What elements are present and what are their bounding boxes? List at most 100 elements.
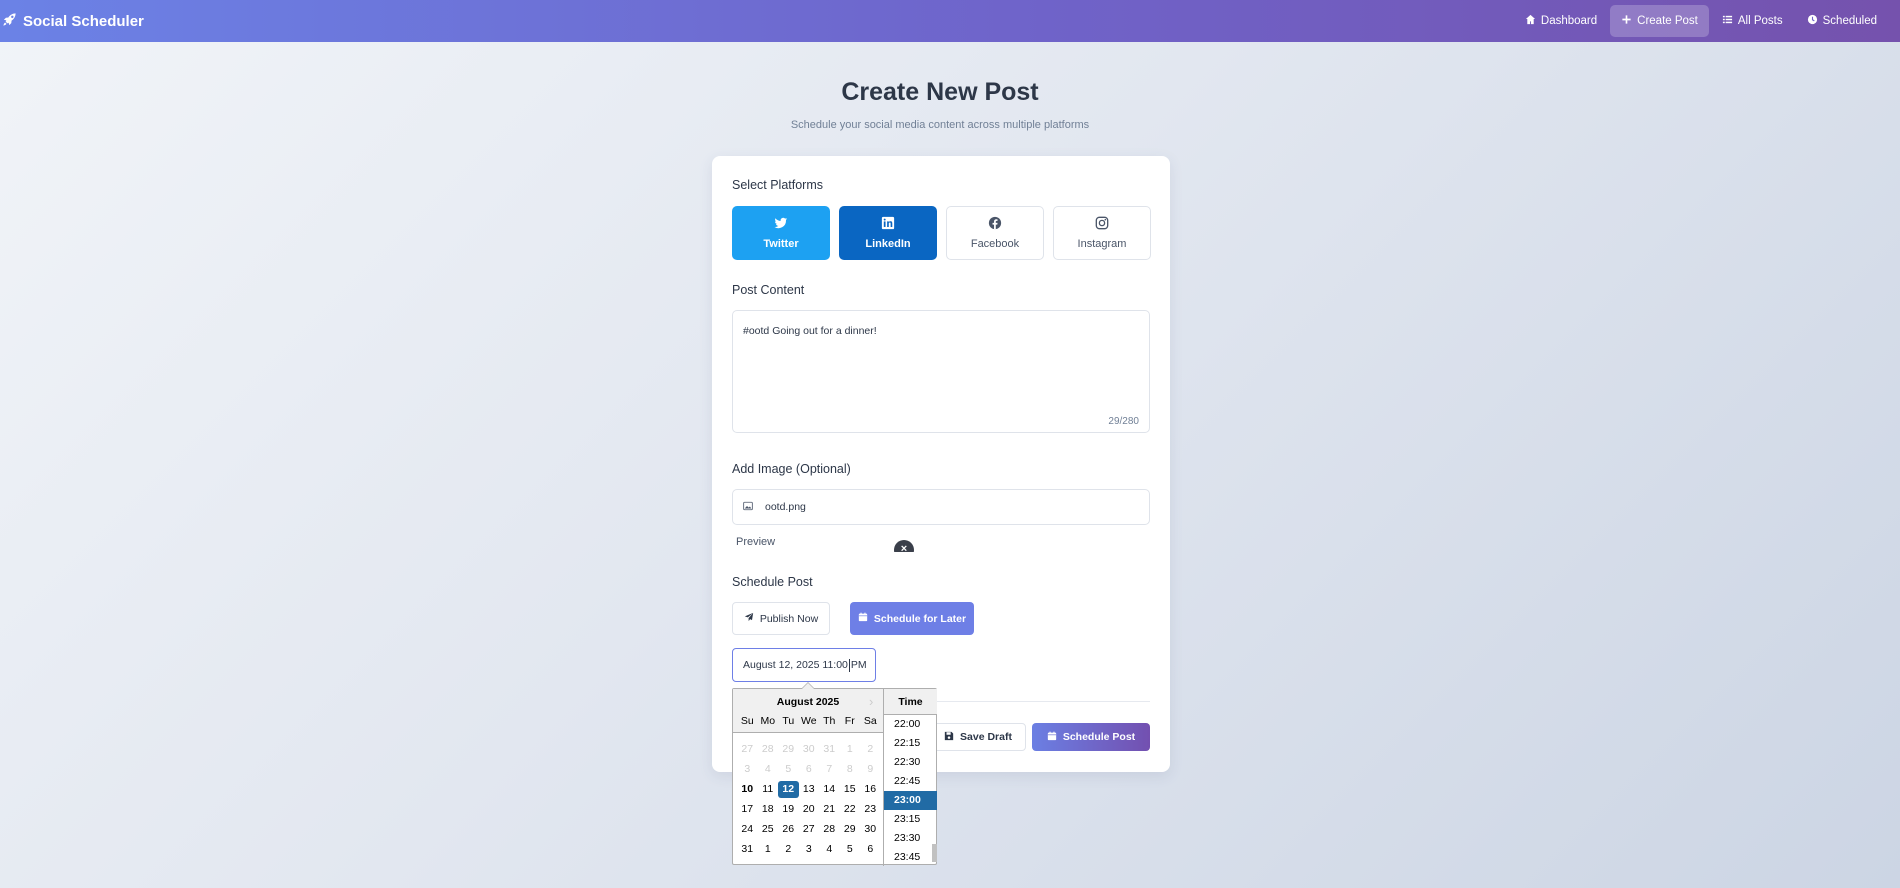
calendar-day[interactable]: 31 (737, 841, 758, 858)
calendar-day[interactable]: 17 (737, 801, 758, 818)
preview-alt-text: Preview (736, 536, 776, 548)
nav-scheduled[interactable]: Scheduled (1796, 5, 1888, 37)
calendar-day[interactable]: 4 (758, 761, 779, 778)
datepicker-days: 27 28 29 30 31 1 2 3 4 5 6 7 8 9 10 11 12 13 14 15 16 17 18 19 2… (737, 739, 881, 859)
schedule-for-later-button[interactable]: Schedule for Later (850, 602, 974, 635)
calendar-day[interactable]: 26 (778, 821, 799, 838)
nav-create-post[interactable]: Create Post (1610, 5, 1709, 37)
weekday-label: Su (740, 715, 754, 727)
time-option[interactable]: 23:30 (884, 829, 937, 848)
calendar-day[interactable]: 28 (758, 741, 779, 758)
time-option[interactable]: 22:15 (884, 734, 937, 753)
time-option[interactable]: 22:30 (884, 753, 937, 772)
top-navbar: Social Scheduler Dashboard Create Post A… (0, 0, 1900, 42)
calendar-day[interactable]: 20 (799, 801, 820, 818)
calendar-day[interactable]: 29 (778, 741, 799, 758)
datepicker-header: August 2025 › Su Mo Tu We Th Fr Sa (733, 689, 883, 733)
nav-all-posts[interactable]: All Posts (1711, 5, 1794, 37)
calendar-day[interactable]: 3 (799, 841, 820, 858)
calendar-day[interactable]: 8 (840, 761, 861, 778)
calendar-day-selected[interactable]: 12 (778, 780, 799, 798)
calendar-day[interactable]: 3 (737, 761, 758, 778)
schedule-post-button[interactable]: Schedule Post (1032, 723, 1150, 751)
calendar-day[interactable]: 4 (819, 841, 840, 858)
time-list-scrollbar[interactable] (932, 844, 937, 862)
next-month-icon[interactable]: › (869, 694, 873, 709)
platform-instagram-label: Instagram (1077, 238, 1127, 250)
calendar-day[interactable]: 1 (840, 741, 861, 758)
weekday-label: We (800, 715, 817, 727)
page-subtitle: Schedule your social media content acros… (790, 119, 1090, 131)
image-preview: Preview (732, 536, 775, 548)
remove-image-button[interactable]: × (894, 540, 914, 552)
platform-instagram-button[interactable]: Instagram (1053, 206, 1151, 260)
calendar-day[interactable]: 30 (799, 741, 820, 758)
platform-facebook-button[interactable]: Facebook (946, 206, 1044, 260)
calendar-day[interactable]: 22 (840, 801, 861, 818)
twitter-icon (774, 216, 788, 233)
weekday-label: Fr (844, 715, 855, 727)
calendar-day[interactable]: 16 (860, 781, 881, 798)
calendar-day[interactable]: 29 (840, 821, 861, 838)
datetime-value-part1: August 12, 2025 11:00 (743, 659, 848, 671)
nav-dashboard[interactable]: Dashboard (1514, 5, 1608, 37)
time-header: Time (884, 689, 937, 715)
platform-facebook-label: Facebook (970, 238, 1020, 250)
save-draft-button[interactable]: Save Draft (930, 723, 1026, 751)
calendar-day[interactable]: 28 (819, 821, 840, 838)
calendar-day[interactable]: 5 (840, 841, 861, 858)
calendar-day[interactable]: 23 (860, 801, 881, 818)
calendar-week: 17 18 19 20 21 22 23 (737, 799, 881, 819)
time-list[interactable]: 22:00 22:15 22:30 22:45 23:00 23:15 23:30 23:45 (884, 715, 937, 865)
calendar-day[interactable]: 15 (840, 781, 861, 798)
platform-twitter-button[interactable]: Twitter (732, 206, 830, 260)
calendar-day[interactable]: 24 (737, 821, 758, 838)
image-file-input[interactable]: ootd.png (732, 489, 1150, 525)
image-file-name: ootd.png (765, 501, 806, 513)
calendar-day[interactable]: 21 (819, 801, 840, 818)
calendar-week: 3456789 (737, 759, 881, 779)
calendar-day[interactable]: 6 (799, 761, 820, 778)
calendar-day[interactable]: 27 (737, 741, 758, 758)
home-icon (1525, 14, 1536, 28)
nav-create-post-label: Create Post (1637, 15, 1698, 27)
calendar-day[interactable]: 30 (860, 821, 881, 838)
time-option[interactable]: 23:45 (884, 848, 937, 865)
calendar-day[interactable]: 13 (799, 781, 820, 798)
calendar-day[interactable]: 14 (819, 781, 840, 798)
time-option[interactable]: 22:00 (884, 715, 937, 734)
weekday-label: Th (823, 715, 836, 727)
post-content-textarea[interactable]: #ootd Going out for a dinner! 29/280 (732, 310, 1150, 433)
schedule-datetime-input[interactable]: August 12, 2025 11:00 PM (732, 648, 876, 682)
calendar-day[interactable]: 27 (799, 821, 820, 838)
publish-now-button[interactable]: Publish Now (732, 602, 830, 635)
calendar-day[interactable]: 5 (778, 761, 799, 778)
brand-name: Social Scheduler (23, 12, 144, 30)
calendar-day[interactable]: 7 (819, 761, 840, 778)
calendar-day[interactable]: 2 (778, 841, 799, 858)
platform-linkedin-button[interactable]: LinkedIn (839, 206, 937, 260)
nav-scheduled-label: Scheduled (1822, 15, 1877, 27)
time-option[interactable]: 23:15 (884, 810, 937, 829)
calendar-day[interactable]: 2 (860, 741, 881, 758)
time-option-selected[interactable]: 23:00 (884, 791, 937, 810)
facebook-icon (988, 216, 1002, 233)
calendar-day[interactable]: 19 (778, 801, 799, 818)
datepicker-month-title: August 2025 (776, 696, 840, 708)
calendar-week: 10 11 12 13 14 15 16 (737, 779, 881, 799)
calendar-day[interactable]: 25 (758, 821, 779, 838)
instagram-icon (1095, 216, 1109, 233)
calendar-day[interactable]: 1 (758, 841, 779, 858)
main-nav: Dashboard Create Post All Posts Schedule… (1514, 0, 1900, 42)
calendar-day[interactable]: 31 (819, 741, 840, 758)
calendar-day[interactable]: 10 (737, 781, 758, 798)
brand[interactable]: Social Scheduler (0, 12, 144, 31)
plus-icon (1621, 14, 1632, 28)
calendar-day[interactable]: 18 (758, 801, 779, 818)
image-label: Add Image (Optional) (732, 462, 851, 476)
time-option[interactable]: 22:45 (884, 772, 937, 791)
calendar-day[interactable]: 11 (758, 781, 779, 798)
calendar-day[interactable]: 9 (860, 761, 881, 778)
list-icon (1722, 14, 1733, 28)
calendar-day[interactable]: 6 (860, 841, 881, 858)
